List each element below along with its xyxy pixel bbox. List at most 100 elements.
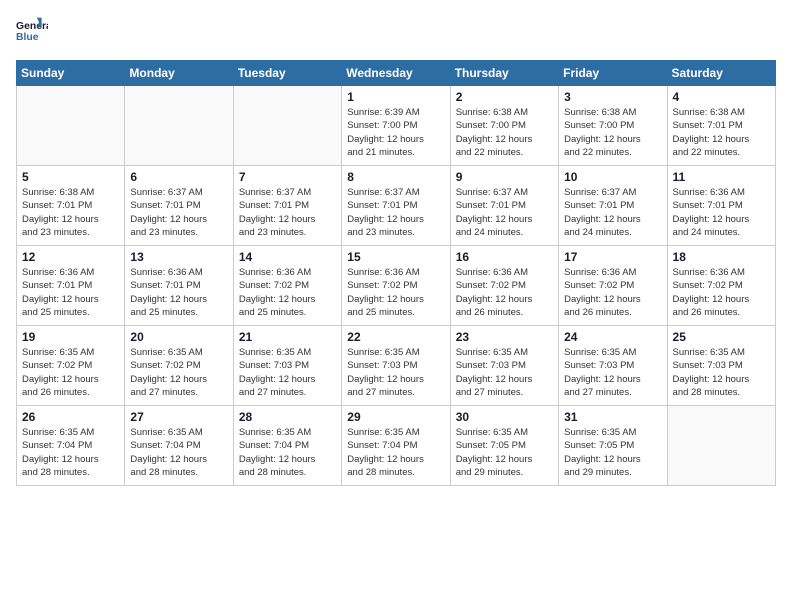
day-number: 3	[564, 90, 661, 104]
logo: GeneralBlue	[16, 16, 48, 48]
day-number: 30	[456, 410, 553, 424]
calendar-cell: 18Sunrise: 6:36 AMSunset: 7:02 PMDayligh…	[667, 246, 775, 326]
weekday-header-sunday: Sunday	[17, 61, 125, 86]
day-info: Sunrise: 6:35 AMSunset: 7:04 PMDaylight:…	[22, 426, 119, 479]
weekday-header-monday: Monday	[125, 61, 233, 86]
day-number: 16	[456, 250, 553, 264]
calendar-cell: 12 Sunrise: 6:36 AMSunset: 7:01 PMDayligh…	[17, 246, 125, 326]
calendar-cell: 27 Sunrise: 6:35 AMSunset: 7:04 PMDayligh…	[125, 406, 233, 486]
calendar-cell	[17, 86, 125, 166]
weekday-header-wednesday: Wednesday	[342, 61, 450, 86]
calendar-cell: 2 Sunrise: 6:38 AMSunset: 7:00 PMDaylight…	[450, 86, 558, 166]
calendar-cell: 13 Sunrise: 6:36 AMSunset: 7:01 PMDayligh…	[125, 246, 233, 326]
day-info: Sunrise: 6:35 AMSunset: 7:02 PMDaylight:…	[130, 346, 227, 399]
calendar-cell: 11 Sunrise: 6:36 AMSunset: 7:01 PMDayligh…	[667, 166, 775, 246]
weekday-header-saturday: Saturday	[667, 61, 775, 86]
weekday-header-row: SundayMondayTuesdayWednesdayThursdayFrid…	[17, 61, 776, 86]
day-number: 8	[347, 170, 444, 184]
weekday-header-thursday: Thursday	[450, 61, 558, 86]
calendar-cell: 7 Sunrise: 6:37 AMSunset: 7:01 PMDaylight…	[233, 166, 341, 246]
calendar-cell	[233, 86, 341, 166]
day-info: Sunrise: 6:35 AMSunset: 7:04 PMDaylight:…	[347, 426, 444, 479]
day-number: 10	[564, 170, 661, 184]
day-number: 15	[347, 250, 444, 264]
day-info: Sunrise: 6:36 AMSunset: 7:01 PMDaylight:…	[673, 186, 770, 239]
day-info: Sunrise: 6:36 AMSunset: 7:02 PMDaylight:…	[564, 266, 661, 319]
calendar-cell: 9Sunrise: 6:37 AMSunset: 7:01 PMDaylight…	[450, 166, 558, 246]
day-number: 23	[456, 330, 553, 344]
day-info: Sunrise: 6:38 AMSunset: 7:00 PMDaylight:…	[564, 106, 661, 159]
day-number: 11	[673, 170, 770, 184]
day-info: Sunrise: 6:37 AMSunset: 7:01 PMDaylight:…	[130, 186, 227, 239]
calendar-cell: 28 Sunrise: 6:35 AMSunset: 7:04 PMDayligh…	[233, 406, 341, 486]
day-info: Sunrise: 6:37 AMSunset: 7:01 PMDaylight:…	[239, 186, 336, 239]
logo-icon: GeneralBlue	[16, 16, 48, 48]
day-info: Sunrise: 6:36 AMSunset: 7:02 PMDaylight:…	[456, 266, 553, 319]
day-number: 28	[239, 410, 336, 424]
day-number: 29	[347, 410, 444, 424]
day-info: Sunrise: 6:35 AMSunset: 7:03 PMDaylight:…	[347, 346, 444, 399]
day-info: Sunrise: 6:37 AMSunset: 7:01 PMDaylight:…	[347, 186, 444, 239]
calendar-cell: 29 Sunrise: 6:35 AMSunset: 7:04 PMDayligh…	[342, 406, 450, 486]
calendar-cell: 16 Sunrise: 6:36 AMSunset: 7:02 PMDayligh…	[450, 246, 558, 326]
calendar-cell: 5 Sunrise: 6:38 AMSunset: 7:01 PMDaylight…	[17, 166, 125, 246]
calendar-cell: 3 Sunrise: 6:38 AMSunset: 7:00 PMDaylight…	[559, 86, 667, 166]
calendar-week-1: 1Sunrise: 6:39 AMSunset: 7:00 PMDaylight…	[17, 86, 776, 166]
day-number: 12	[22, 250, 119, 264]
day-number: 17	[564, 250, 661, 264]
day-info: Sunrise: 6:35 AMSunset: 7:04 PMDaylight:…	[239, 426, 336, 479]
day-info: Sunrise: 6:36 AMSunset: 7:02 PMDaylight:…	[239, 266, 336, 319]
day-info: Sunrise: 6:38 AMSunset: 7:00 PMDaylight:…	[456, 106, 553, 159]
day-number: 21	[239, 330, 336, 344]
day-info: Sunrise: 6:35 AMSunset: 7:03 PMDaylight:…	[456, 346, 553, 399]
calendar-week-2: 5 Sunrise: 6:38 AMSunset: 7:01 PMDaylight…	[17, 166, 776, 246]
calendar-cell: 26 Sunrise: 6:35 AMSunset: 7:04 PMDayligh…	[17, 406, 125, 486]
day-info: Sunrise: 6:35 AMSunset: 7:02 PMDaylight:…	[22, 346, 119, 399]
calendar-cell	[667, 406, 775, 486]
day-info: Sunrise: 6:35 AMSunset: 7:05 PMDaylight:…	[564, 426, 661, 479]
day-info: Sunrise: 6:38 AMSunset: 7:01 PMDaylight:…	[22, 186, 119, 239]
calendar-cell: 23 Sunrise: 6:35 AMSunset: 7:03 PMDayligh…	[450, 326, 558, 406]
calendar-cell: 8 Sunrise: 6:37 AMSunset: 7:01 PMDaylight…	[342, 166, 450, 246]
day-number: 27	[130, 410, 227, 424]
svg-text:General: General	[16, 21, 48, 32]
calendar-week-4: 19 Sunrise: 6:35 AMSunset: 7:02 PMDayligh…	[17, 326, 776, 406]
day-number: 24	[564, 330, 661, 344]
page-header: GeneralBlue	[16, 16, 776, 48]
day-number: 31	[564, 410, 661, 424]
calendar-cell: 24Sunrise: 6:35 AMSunset: 7:03 PMDayligh…	[559, 326, 667, 406]
day-number: 4	[673, 90, 770, 104]
day-info: Sunrise: 6:36 AMSunset: 7:02 PMDaylight:…	[347, 266, 444, 319]
calendar-cell: 6 Sunrise: 6:37 AMSunset: 7:01 PMDaylight…	[125, 166, 233, 246]
calendar-cell: 17 Sunrise: 6:36 AMSunset: 7:02 PMDayligh…	[559, 246, 667, 326]
day-number: 22	[347, 330, 444, 344]
day-number: 14	[239, 250, 336, 264]
day-info: Sunrise: 6:35 AMSunset: 7:05 PMDaylight:…	[456, 426, 553, 479]
calendar-cell: 22 Sunrise: 6:35 AMSunset: 7:03 PMDayligh…	[342, 326, 450, 406]
day-info: Sunrise: 6:39 AMSunset: 7:00 PMDaylight:…	[347, 106, 444, 159]
day-number: 19	[22, 330, 119, 344]
day-number: 13	[130, 250, 227, 264]
weekday-header-friday: Friday	[559, 61, 667, 86]
day-number: 25	[673, 330, 770, 344]
calendar-cell	[125, 86, 233, 166]
day-info: Sunrise: 6:36 AMSunset: 7:01 PMDaylight:…	[130, 266, 227, 319]
day-info: Sunrise: 6:36 AMSunset: 7:01 PMDaylight:…	[22, 266, 119, 319]
day-info: Sunrise: 6:35 AMSunset: 7:04 PMDaylight:…	[130, 426, 227, 479]
calendar-cell: 20Sunrise: 6:35 AMSunset: 7:02 PMDayligh…	[125, 326, 233, 406]
calendar-cell: 1Sunrise: 6:39 AMSunset: 7:00 PMDaylight…	[342, 86, 450, 166]
day-number: 5	[22, 170, 119, 184]
weekday-header-tuesday: Tuesday	[233, 61, 341, 86]
day-info: Sunrise: 6:35 AMSunset: 7:03 PMDaylight:…	[239, 346, 336, 399]
calendar-cell: 21 Sunrise: 6:35 AMSunset: 7:03 PMDayligh…	[233, 326, 341, 406]
calendar-cell: 14 Sunrise: 6:36 AMSunset: 7:02 PMDayligh…	[233, 246, 341, 326]
calendar-table: SundayMondayTuesdayWednesdayThursdayFrid…	[16, 60, 776, 486]
calendar-week-3: 12 Sunrise: 6:36 AMSunset: 7:01 PMDayligh…	[17, 246, 776, 326]
day-number: 7	[239, 170, 336, 184]
day-info: Sunrise: 6:35 AMSunset: 7:03 PMDaylight:…	[673, 346, 770, 399]
day-number: 26	[22, 410, 119, 424]
calendar-cell: 30 Sunrise: 6:35 AMSunset: 7:05 PMDayligh…	[450, 406, 558, 486]
day-info: Sunrise: 6:38 AMSunset: 7:01 PMDaylight:…	[673, 106, 770, 159]
day-number: 2	[456, 90, 553, 104]
day-number: 6	[130, 170, 227, 184]
